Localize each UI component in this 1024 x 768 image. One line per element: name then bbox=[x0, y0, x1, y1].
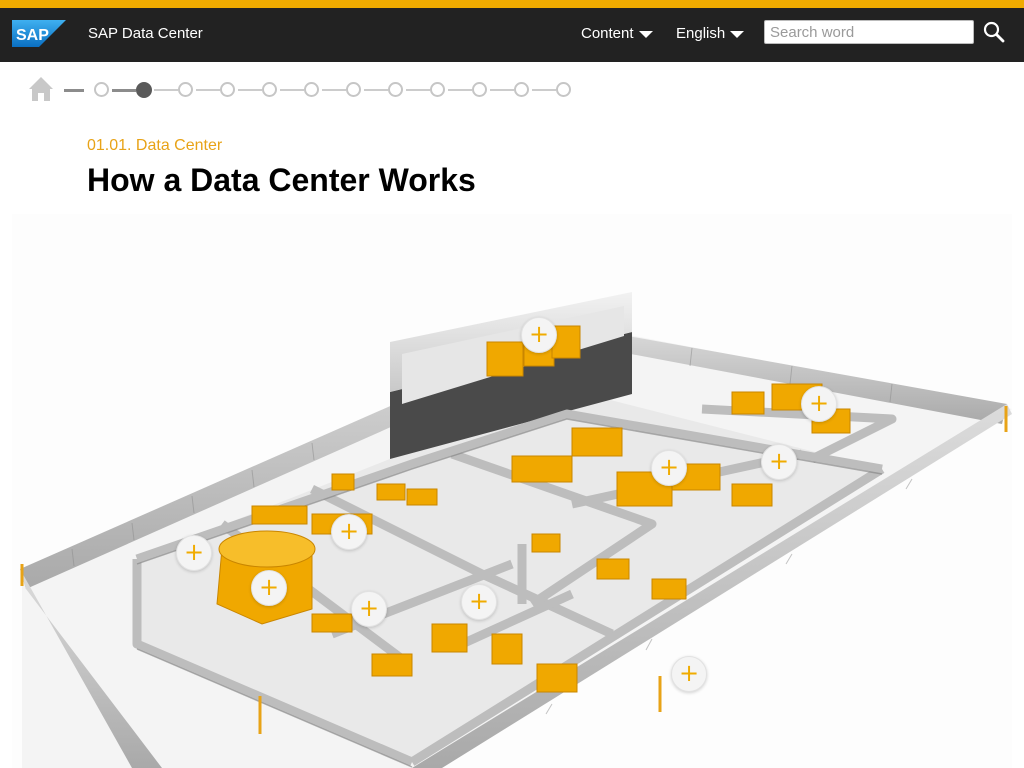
search-icon bbox=[983, 21, 1005, 43]
step-connector bbox=[112, 89, 136, 92]
home-button[interactable] bbox=[28, 76, 54, 102]
progress-step-7[interactable] bbox=[346, 82, 361, 97]
plus-icon: + bbox=[258, 573, 280, 601]
plus-icon: + bbox=[358, 594, 380, 622]
plus-icon: + bbox=[808, 389, 830, 417]
step-connector bbox=[448, 89, 472, 91]
hotspot-button-4[interactable]: + bbox=[761, 444, 797, 480]
progress-stepper bbox=[28, 74, 588, 104]
progress-step-2[interactable] bbox=[136, 82, 152, 98]
step-connector bbox=[238, 89, 262, 91]
hotspot-button-7[interactable]: + bbox=[251, 570, 287, 606]
content-menu-label: Content bbox=[581, 25, 634, 42]
sap-logo[interactable]: SAP bbox=[12, 20, 66, 47]
progress-step-11[interactable] bbox=[514, 82, 529, 97]
app-title[interactable]: SAP Data Center bbox=[88, 25, 203, 42]
section-subtitle: 01.01. Data Center bbox=[87, 137, 223, 154]
plus-icon: + bbox=[183, 538, 205, 566]
plus-icon: + bbox=[528, 320, 550, 348]
page-title: How a Data Center Works bbox=[87, 162, 476, 198]
search-input[interactable] bbox=[764, 20, 974, 44]
plus-icon: + bbox=[768, 447, 790, 475]
progress-step-4[interactable] bbox=[220, 82, 235, 97]
top-accent-stripe bbox=[0, 0, 1024, 8]
hotspot-button-5[interactable]: + bbox=[176, 535, 212, 571]
step-connector bbox=[154, 89, 178, 91]
content-menu-dropdown[interactable]: Content bbox=[581, 25, 653, 42]
plus-icon: + bbox=[658, 453, 680, 481]
language-label: English bbox=[676, 25, 726, 42]
progress-step-6[interactable] bbox=[304, 82, 319, 97]
step-connector bbox=[364, 89, 388, 91]
app-header: SAP SAP Data Center Content English bbox=[0, 8, 1024, 62]
language-dropdown[interactable]: English bbox=[676, 25, 745, 42]
plus-icon: + bbox=[338, 517, 360, 545]
step-connector bbox=[532, 89, 556, 91]
progress-step-8[interactable] bbox=[388, 82, 403, 97]
svg-text:SAP: SAP bbox=[16, 27, 49, 44]
data-center-floorplan-image bbox=[20, 292, 1012, 768]
chevron-down-icon bbox=[730, 31, 745, 38]
chevron-down-icon bbox=[638, 31, 653, 38]
step-connector bbox=[64, 89, 84, 92]
step-connector bbox=[490, 89, 514, 91]
plus-icon: + bbox=[468, 587, 490, 615]
hotspot-button-6[interactable]: + bbox=[331, 514, 367, 550]
progress-step-5[interactable] bbox=[262, 82, 277, 97]
step-connector bbox=[280, 89, 304, 91]
hotspot-button-9[interactable]: + bbox=[461, 584, 497, 620]
data-center-illustration: + + + + + + + + + + bbox=[12, 214, 1012, 768]
progress-step-12[interactable] bbox=[556, 82, 571, 97]
search-button[interactable] bbox=[982, 20, 1006, 44]
home-icon bbox=[29, 77, 53, 101]
step-connector bbox=[196, 89, 220, 91]
progress-step-3[interactable] bbox=[178, 82, 193, 97]
plus-icon: + bbox=[678, 659, 700, 687]
hotspot-button-3[interactable]: + bbox=[651, 450, 687, 486]
progress-step-9[interactable] bbox=[430, 82, 445, 97]
hotspot-button-2[interactable]: + bbox=[801, 386, 837, 422]
hotspot-button-1[interactable]: + bbox=[521, 317, 557, 353]
hotspot-button-8[interactable]: + bbox=[351, 591, 387, 627]
step-connector bbox=[322, 89, 346, 91]
hotspot-button-10[interactable]: + bbox=[671, 656, 707, 692]
progress-step-10[interactable] bbox=[472, 82, 487, 97]
step-connector bbox=[406, 89, 430, 91]
progress-step-1[interactable] bbox=[94, 82, 109, 97]
